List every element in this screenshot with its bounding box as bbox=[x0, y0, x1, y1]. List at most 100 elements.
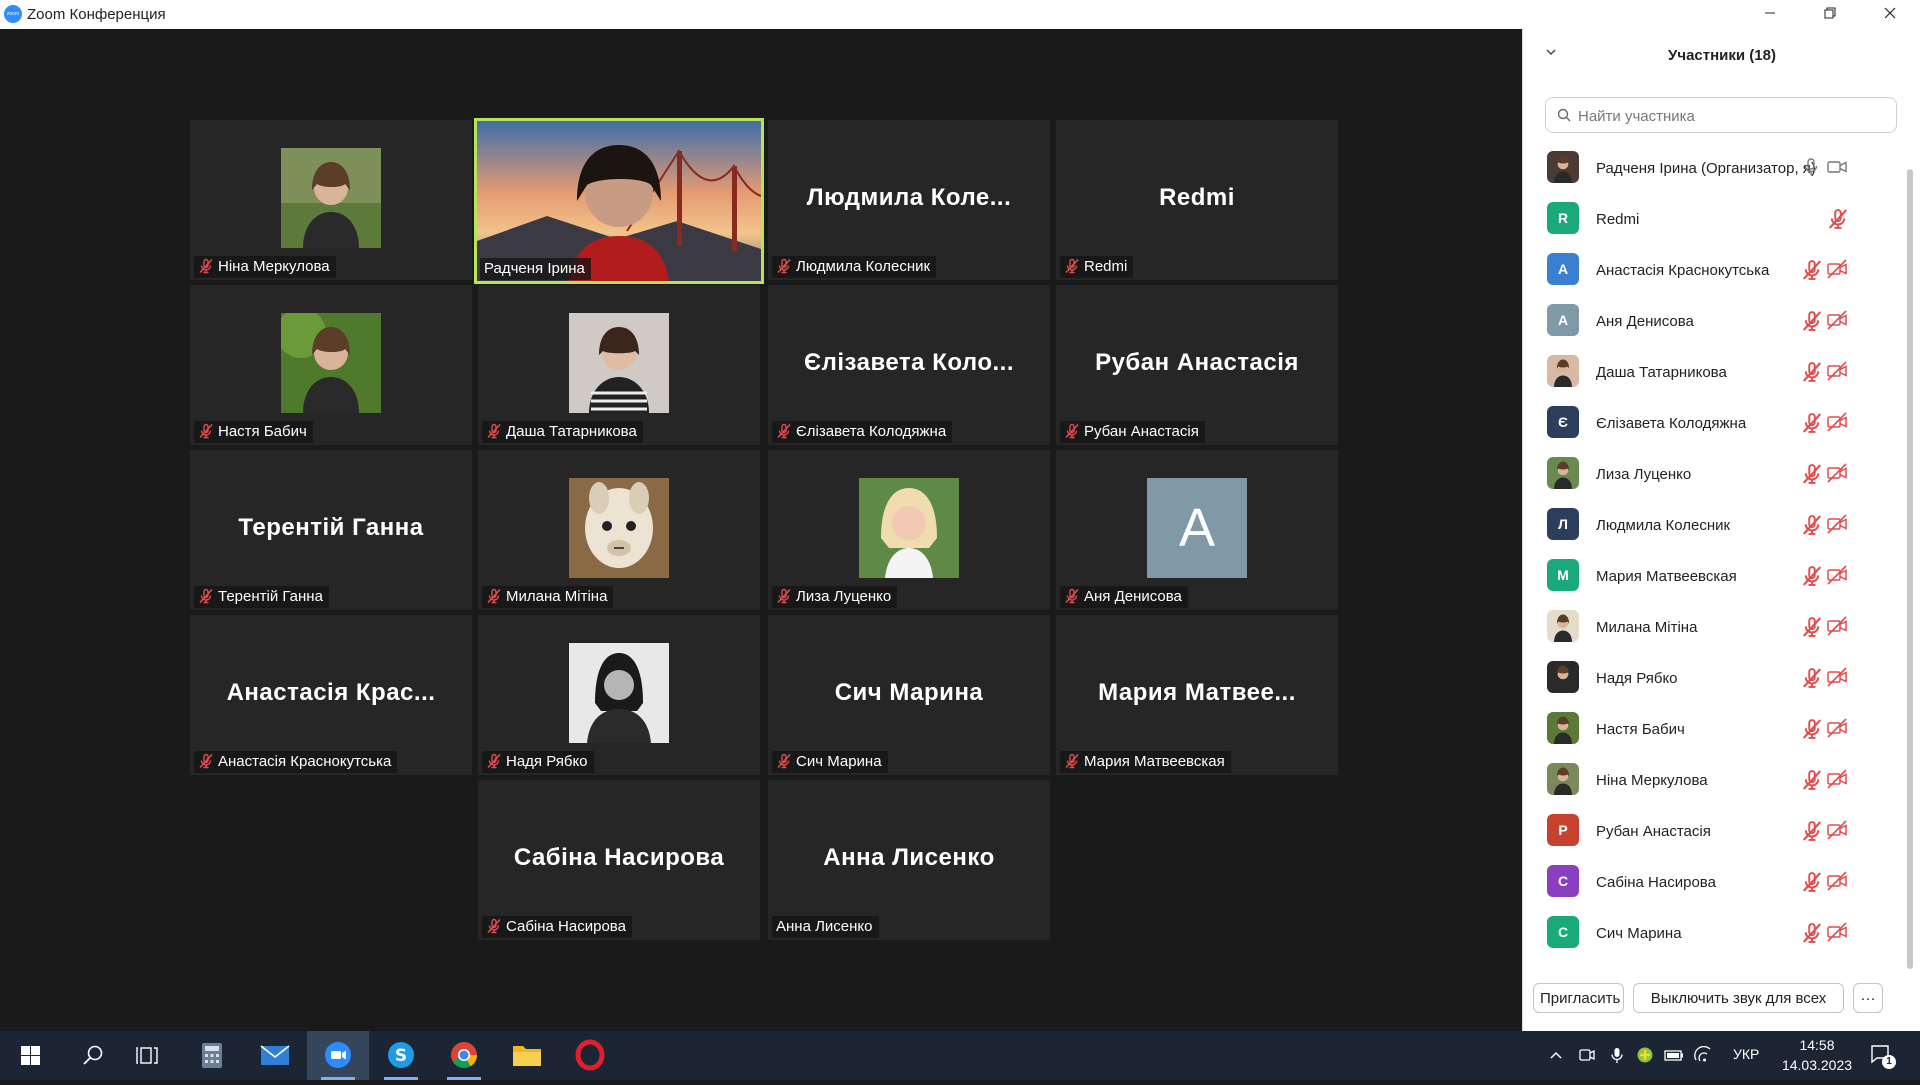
participant-row[interactable]: Ніна Меркулова bbox=[1523, 756, 1913, 807]
participant-photo-icon bbox=[281, 148, 381, 248]
participant-name-label: Лиза Луценко bbox=[772, 586, 898, 608]
participant-name: Redmi bbox=[1596, 211, 1640, 228]
video-tile-nina[interactable]: Ніна Меркулова bbox=[190, 120, 472, 280]
video-tile-lyza[interactable]: Лиза Луценко bbox=[768, 450, 1050, 610]
participant-name-label: Сабіна Насирова bbox=[482, 916, 632, 938]
minimize-button[interactable] bbox=[1740, 0, 1800, 29]
video-tile-anastasiia[interactable]: Анастасія Крас... Анастасія Краснокутськ… bbox=[190, 615, 472, 775]
muted-microphone-icon bbox=[1801, 769, 1823, 791]
restore-button[interactable] bbox=[1800, 0, 1860, 29]
participant-name-label: Redmi bbox=[1060, 256, 1134, 278]
participant-row[interactable]: Радченя Ірина (Организатор, я) bbox=[1523, 144, 1913, 195]
zoom-taskbar-button[interactable] bbox=[307, 1031, 369, 1080]
language-indicator[interactable]: УКР bbox=[1733, 1046, 1759, 1062]
notification-center-button[interactable]: 1 bbox=[1868, 1041, 1898, 1071]
invite-button[interactable]: Пригласить bbox=[1533, 983, 1624, 1013]
chrome-taskbar-button[interactable] bbox=[433, 1031, 495, 1080]
participant-row[interactable]: Є Єлізавета Колодяжна bbox=[1523, 399, 1913, 450]
muted-microphone-icon bbox=[1801, 310, 1823, 332]
participant-row[interactable]: Р Рубан Анастасія bbox=[1523, 807, 1913, 858]
participant-search-box[interactable] bbox=[1545, 97, 1897, 133]
search-icon bbox=[1557, 108, 1571, 122]
minimize-icon bbox=[1765, 12, 1775, 14]
taskbar-clock[interactable]: 14:58 14.03.2023 bbox=[1772, 1035, 1862, 1075]
video-tile-sabina[interactable]: Сабіна Насирова Сабіна Насирова bbox=[478, 780, 760, 940]
file-explorer-taskbar-button[interactable] bbox=[496, 1031, 558, 1080]
video-tile-sych[interactable]: Сич Марина Сич Марина bbox=[768, 615, 1050, 775]
participant-row[interactable]: А Анастасія Краснокутська bbox=[1523, 246, 1913, 297]
wifi-icon[interactable] bbox=[1694, 1046, 1712, 1064]
video-tile-nastia[interactable]: Настя Бабич bbox=[190, 285, 472, 445]
battery-icon[interactable] bbox=[1664, 1046, 1684, 1064]
video-tile-terentii[interactable]: Терентій Ганна Терентій Ганна bbox=[190, 450, 472, 610]
participant-photo-icon bbox=[281, 313, 381, 413]
calculator-taskbar-button[interactable] bbox=[181, 1031, 243, 1080]
file-explorer-icon bbox=[513, 1046, 541, 1066]
video-off-icon bbox=[1826, 258, 1848, 280]
antivirus-icon[interactable] bbox=[1636, 1046, 1654, 1064]
participant-row[interactable]: Даша Татарникова bbox=[1523, 348, 1913, 399]
video-tile-yelyzaveta[interactable]: Єлізавета Коло... Єлізавета Колодяжна bbox=[768, 285, 1050, 445]
participant-row[interactable]: Л Людмила Колесник bbox=[1523, 501, 1913, 552]
microphone-icon bbox=[1800, 156, 1822, 178]
mail-taskbar-button[interactable] bbox=[244, 1031, 306, 1080]
video-off-icon bbox=[1826, 360, 1848, 382]
video-tile-nadia[interactable]: Надя Рябко bbox=[478, 615, 760, 775]
participant-display-name: Рубан Анастасія bbox=[1095, 349, 1299, 376]
participant-row[interactable]: A Аня Денисова bbox=[1523, 297, 1913, 348]
participants-list: Радченя Ірина (Организатор, я) R Redmi А Ана… bbox=[1523, 144, 1913, 952]
windows-start-button[interactable] bbox=[0, 1031, 62, 1080]
video-tile-anna[interactable]: Анна Лисенко Анна Лисенко bbox=[768, 780, 1050, 940]
video-tile-redmi[interactable]: Redmi Redmi bbox=[1056, 120, 1338, 280]
video-tile-ruban[interactable]: Рубан Анастасія Рубан Анастасія bbox=[1056, 285, 1338, 445]
participant-row[interactable]: Лиза Луценко bbox=[1523, 450, 1913, 501]
video-tile-liudmyla[interactable]: Людмила Коле... Людмила Колесник bbox=[768, 120, 1050, 280]
participant-row[interactable]: R Redmi bbox=[1523, 195, 1913, 246]
participant-name: Людмила Колесник bbox=[1596, 517, 1731, 534]
close-button[interactable] bbox=[1860, 0, 1920, 29]
video-gallery: Ніна Меркулова Радченя Ірина Людмила Кол… bbox=[0, 29, 1520, 1031]
participant-photo-icon bbox=[859, 478, 959, 578]
video-tile-dasha[interactable]: Даша Татарникова bbox=[478, 285, 760, 445]
letter-avatar: Л bbox=[1547, 508, 1579, 540]
meet-now-icon[interactable] bbox=[1578, 1046, 1596, 1064]
chrome-icon bbox=[451, 1042, 478, 1069]
video-tile-mylana[interactable]: Милана Мітіна bbox=[478, 450, 760, 610]
video-off-icon bbox=[1826, 564, 1848, 586]
chevron-up-icon[interactable] bbox=[1548, 1048, 1564, 1064]
participant-name: Сич Марина bbox=[1596, 925, 1682, 942]
windows-start-icon bbox=[21, 1046, 40, 1065]
participant-name-label: Настя Бабич bbox=[194, 421, 313, 443]
task-view-icon bbox=[136, 1047, 158, 1064]
participant-name: Настя Бабич bbox=[1596, 721, 1685, 738]
participant-row[interactable]: Милана Мітіна bbox=[1523, 603, 1913, 654]
muted-microphone-icon bbox=[1801, 565, 1823, 587]
skype-taskbar-button[interactable]: S bbox=[370, 1031, 432, 1080]
window-title: Zoom Конференция bbox=[27, 6, 166, 23]
participants-list-scrollbar[interactable] bbox=[1907, 169, 1913, 969]
video-off-icon bbox=[1826, 921, 1848, 943]
participant-row[interactable]: С Сич Марина bbox=[1523, 909, 1913, 952]
video-tile-radchenia-active-speaker[interactable]: Радченя Ірина bbox=[474, 118, 764, 284]
opera-taskbar-button[interactable] bbox=[559, 1031, 621, 1080]
taskbar-search-button[interactable] bbox=[62, 1031, 124, 1080]
window-title-bar: zoom Zoom Конференция bbox=[0, 0, 1920, 29]
video-tile-ania[interactable]: A Аня Денисова bbox=[1056, 450, 1338, 610]
zoom-icon bbox=[325, 1042, 351, 1068]
participant-name-label: Рубан Анастасія bbox=[1060, 421, 1205, 443]
participant-row[interactable]: Надя Рябко bbox=[1523, 654, 1913, 705]
participant-row[interactable]: С Сабіна Насирова bbox=[1523, 858, 1913, 909]
video-tile-maria[interactable]: Мария Матвее... Мария Матвеевская bbox=[1056, 615, 1338, 775]
microphone-icon[interactable] bbox=[1608, 1046, 1626, 1064]
participant-name: Милана Мітіна bbox=[1596, 619, 1698, 636]
mute-all-button[interactable]: Выключить звук для всех bbox=[1633, 983, 1844, 1013]
participant-display-name: Єлізавета Коло... bbox=[804, 349, 1014, 376]
participant-name-label: Радченя Ірина bbox=[480, 258, 591, 280]
participant-row[interactable]: Настя Бабич bbox=[1523, 705, 1913, 756]
muted-microphone-icon bbox=[1801, 667, 1823, 689]
participant-search-input[interactable] bbox=[1576, 104, 1890, 128]
participant-name-label: Даша Татарникова bbox=[482, 421, 643, 443]
participant-row[interactable]: М Мария Матвеевская bbox=[1523, 552, 1913, 603]
more-options-button[interactable]: ··· bbox=[1853, 983, 1883, 1013]
task-view-button[interactable] bbox=[118, 1031, 180, 1080]
